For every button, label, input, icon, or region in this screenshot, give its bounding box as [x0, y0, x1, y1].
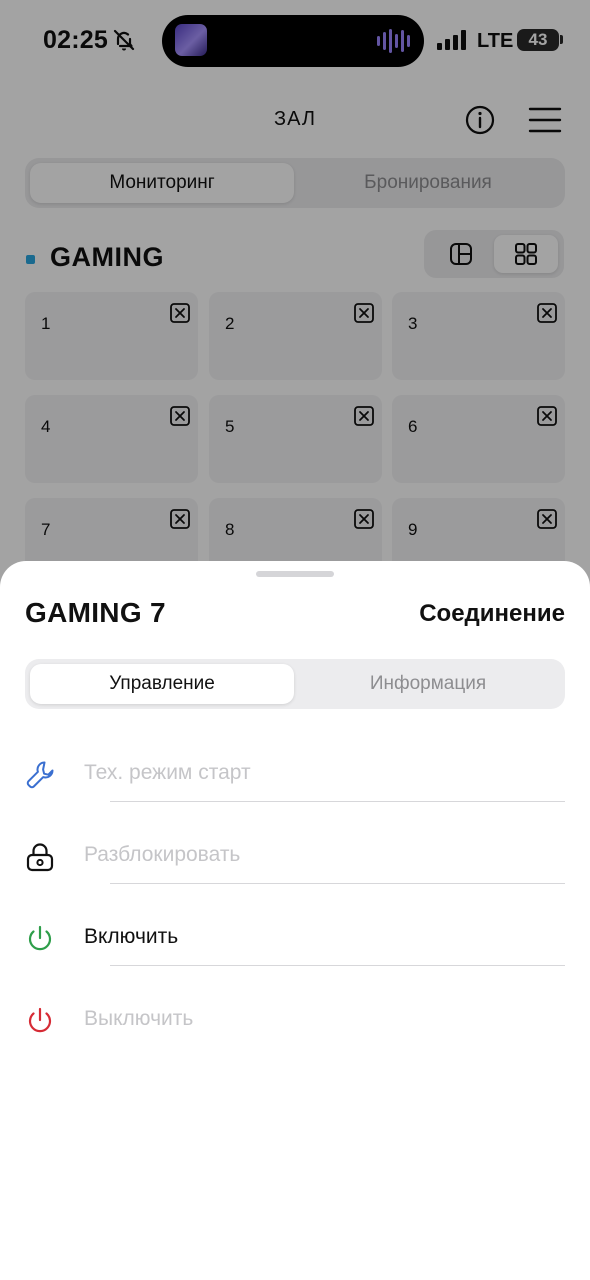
- action-label: Тех. режим старт: [84, 761, 251, 784]
- sheet-tabs: Управление Информация: [25, 659, 565, 709]
- connection-status: Соединение: [419, 600, 565, 627]
- sheet-title: GAMING 7: [25, 597, 166, 628]
- action-label: Включить: [84, 925, 179, 948]
- power-off-icon: [28, 1007, 52, 1033]
- action-label: Выключить: [84, 1007, 194, 1030]
- divider: [110, 801, 565, 802]
- divider: [110, 883, 565, 884]
- bottom-sheet: GAMING 7 Соединение Управление Информаци…: [0, 561, 590, 1280]
- action-label: Разблокировать: [84, 843, 241, 866]
- tab-control[interactable]: Управление: [30, 664, 294, 704]
- sheet-grabber[interactable]: [256, 571, 334, 577]
- power-on-icon: [28, 925, 52, 951]
- action-power-on[interactable]: Включить: [0, 905, 590, 987]
- action-unlock[interactable]: Разблокировать: [0, 823, 590, 905]
- lock-icon: [26, 843, 54, 872]
- divider: [110, 965, 565, 966]
- action-power-off[interactable]: Выключить: [0, 987, 590, 1069]
- wrench-icon: [26, 761, 54, 789]
- action-maintenance-start[interactable]: Тех. режим старт: [0, 741, 590, 823]
- tab-information[interactable]: Информация: [296, 664, 560, 704]
